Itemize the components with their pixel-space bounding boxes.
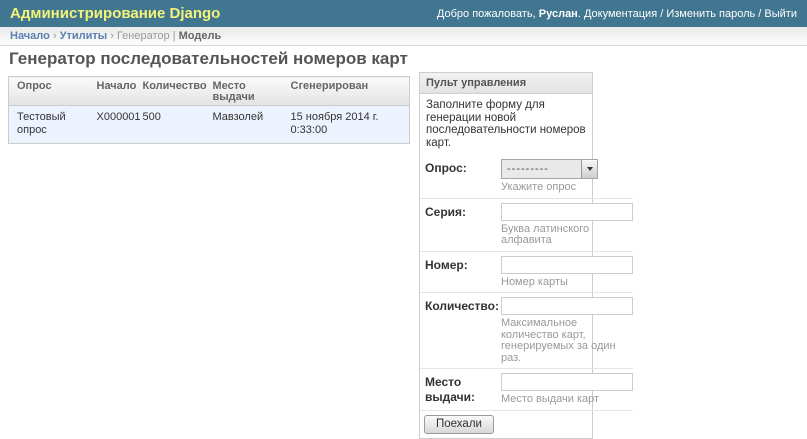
- table-cell: 15 ноября 2014 г. 0:33:00: [285, 106, 410, 144]
- table-cell: X000001: [91, 106, 137, 144]
- survey-select[interactable]: ---------: [501, 159, 598, 179]
- survey-field-box: --------- Укажите опрос: [501, 159, 633, 194]
- control-panel-title: Пульт управления: [420, 73, 592, 94]
- table-header-row: ОпросНачалоКоличествоМесто выдачиСгенери…: [9, 77, 410, 106]
- table-cell: Тестовый опрос: [9, 106, 91, 144]
- column-header: Место выдачи: [207, 77, 285, 106]
- site-title-link[interactable]: Администрирование Django: [10, 5, 220, 22]
- table-body: Тестовый опросX000001500Мавзолей15 ноябр…: [9, 106, 410, 144]
- control-panel-module: Пульт управления Заполните форму для ген…: [419, 72, 593, 439]
- form-row-survey: Опрос:--------- Укажите опрос: [420, 155, 633, 199]
- header-bar: Администрирование Django Добро пожаловат…: [0, 0, 807, 27]
- quantity-help-text: Максимальное количество карт, генерируем…: [501, 318, 633, 364]
- username-period: .: [578, 8, 581, 20]
- change-password-link[interactable]: Изменить пароль: [666, 8, 755, 20]
- logout-link[interactable]: Выйти: [764, 8, 797, 20]
- quantity-input[interactable]: [501, 297, 633, 315]
- number-label: Номер:: [425, 256, 501, 273]
- dropdown-arrow-icon: [587, 167, 593, 171]
- results-table: ОпросНачалоКоличествоМесто выдачиСгенери…: [8, 76, 410, 144]
- submit-row: Поехали: [420, 411, 592, 438]
- column-header: Начало: [91, 77, 137, 106]
- issue-place-field-box: Место выдачи карт: [501, 373, 633, 406]
- quantity-label: Количество:: [425, 297, 501, 314]
- breadcrumb-item-2[interactable]: Утилиты: [60, 30, 108, 42]
- results-table-container: ОпросНачалоКоличествоМесто выдачиСгенери…: [8, 76, 409, 144]
- number-help-text: Номер карты: [501, 277, 633, 289]
- breadcrumb-separator: ›: [50, 30, 60, 42]
- control-panel-intro: Заполните форму для генерации новой посл…: [420, 94, 592, 155]
- column-header: Опрос: [9, 77, 91, 106]
- column-header: Сгенерирован: [285, 77, 410, 106]
- issue-place-label: Место выдачи:: [425, 373, 501, 405]
- series-field-box: Буква латинского алфавита: [501, 203, 633, 247]
- series-label: Серия:: [425, 203, 501, 220]
- user-links: Документация / Изменить пароль / Выйти: [584, 8, 797, 20]
- user-tools: Добро пожаловать, Руслан. Документация /…: [437, 8, 797, 20]
- breadcrumb-separator: |: [170, 30, 179, 42]
- issue-place-help-text: Место выдачи карт: [501, 394, 633, 406]
- table-cell: Мавзолей: [207, 106, 285, 144]
- breadcrumb-item-4: Модель: [179, 30, 222, 42]
- quantity-field-box: Максимальное количество карт, генерируем…: [501, 297, 633, 364]
- submit-button[interactable]: Поехали: [424, 415, 494, 434]
- form-row-series: Серия:Буква латинского алфавита: [420, 199, 633, 252]
- username: Руслан: [539, 8, 578, 20]
- number-field-box: Номер карты: [501, 256, 633, 289]
- table-row: Тестовый опросX000001500Мавзолей15 ноябр…: [9, 106, 410, 144]
- documentation-link[interactable]: Документация: [584, 8, 657, 20]
- survey-select-value: ---------: [502, 163, 581, 175]
- issue-place-input[interactable]: [501, 373, 633, 391]
- breadcrumb: Начало › Утилиты › Генератор | Модель: [0, 27, 807, 46]
- series-help-text: Буква латинского алфавита: [501, 224, 633, 247]
- page-title: Генератор последовательностей номеров ка…: [9, 49, 408, 69]
- form-row-number: Номер:Номер карты: [420, 252, 633, 294]
- control-panel-fields: Опрос:---------Укажите опросСерия:Буква …: [420, 155, 592, 411]
- breadcrumb-item-1[interactable]: Начало: [10, 30, 50, 42]
- table-cell: 500: [137, 106, 207, 144]
- breadcrumb-separator: ›: [107, 30, 117, 42]
- column-header: Количество: [137, 77, 207, 106]
- breadcrumb-item-3: Генератор: [117, 30, 170, 42]
- chevron-down-icon: [581, 160, 597, 178]
- number-input[interactable]: [501, 256, 633, 274]
- survey-help-text: Укажите опрос: [501, 182, 633, 194]
- form-row-issue-place: Место выдачи:Место выдачи карт: [420, 369, 633, 411]
- form-row-quantity: Количество:Максимальное количество карт,…: [420, 293, 633, 369]
- series-input[interactable]: [501, 203, 633, 221]
- survey-label: Опрос:: [425, 159, 501, 176]
- welcome-text: Добро пожаловать,: [437, 8, 536, 20]
